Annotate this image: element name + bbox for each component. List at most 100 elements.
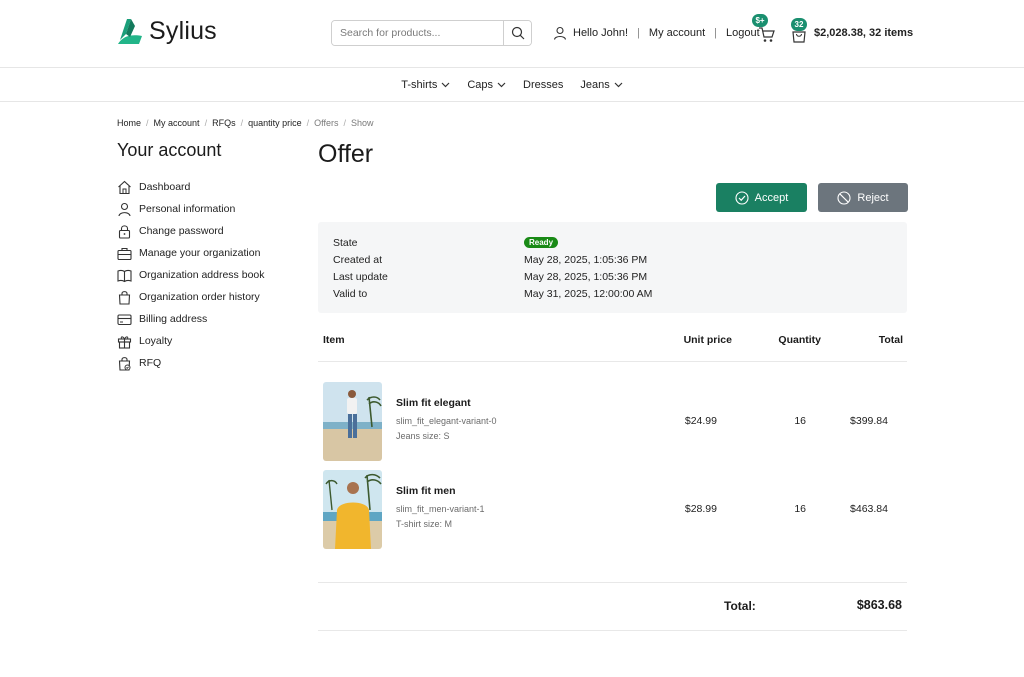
- breadcrumb-show: Show: [351, 118, 374, 128]
- sidebar-item-loyalty[interactable]: Loyalty: [117, 330, 297, 352]
- brand-logo[interactable]: Sylius: [117, 16, 217, 46]
- product-info: Slim fit elegant slim_fit_elegant-varian…: [396, 397, 648, 446]
- table-row: Slim fit elegant slim_fit_elegant-varian…: [318, 381, 907, 461]
- cart-icon: [759, 27, 775, 42]
- state-row: State Ready: [333, 234, 892, 251]
- product-name[interactable]: Slim fit elegant: [396, 397, 648, 409]
- sidebar-item-label: Organization order history: [139, 291, 260, 303]
- updated-value: May 28, 2025, 1:05:36 PM: [524, 270, 648, 283]
- search-input[interactable]: [332, 21, 503, 45]
- home-icon: [117, 180, 132, 195]
- breadcrumb-separator: /: [343, 118, 346, 128]
- sidebar-item-label: Change password: [139, 225, 224, 237]
- line-total: $399.84: [850, 415, 888, 427]
- product-info: Slim fit men slim_fit_men-variant-1 T-sh…: [396, 485, 648, 534]
- card-icon: [117, 312, 132, 327]
- account-sidebar: Dashboard Personal information Change pa…: [117, 176, 297, 374]
- user-menu: Hello John! | My account | Logout: [553, 24, 760, 42]
- breadcrumb-separator: /: [240, 118, 244, 128]
- reject-label: Reject: [857, 191, 889, 204]
- chevron-down-icon: [441, 82, 450, 87]
- search-button[interactable]: [503, 21, 531, 45]
- search-icon: [511, 26, 524, 40]
- product-photo-beach-tshirt: [323, 469, 382, 549]
- bag-check-icon: [117, 356, 132, 371]
- nav-label: Dresses: [523, 78, 564, 91]
- chevron-down-icon: [614, 82, 623, 87]
- sidebar-item-address-book[interactable]: Organization address book: [117, 264, 297, 286]
- header-unit-price: Unit price: [683, 334, 732, 346]
- created-label: Created at: [333, 253, 383, 266]
- table-header: Item Unit price Quantity Total: [318, 330, 907, 362]
- sidebar-item-label: Loyalty: [139, 335, 173, 347]
- breadcrumb-separator: /: [146, 118, 149, 128]
- brand-name: Sylius: [149, 16, 217, 45]
- sidebar-item-label: RFQ: [139, 357, 162, 369]
- cart-summary[interactable]: 32 $2,028.38, 32 items: [791, 18, 913, 43]
- user-icon: [117, 202, 132, 217]
- my-account-link[interactable]: My account: [649, 27, 705, 39]
- sidebar-item-order-history[interactable]: Organization order history: [117, 286, 297, 308]
- unit-price: $24.99: [684, 415, 717, 427]
- nav-label: Caps: [467, 78, 494, 91]
- product-image[interactable]: [323, 381, 382, 461]
- grand-total-value: $863.68: [856, 598, 902, 612]
- page-title: Offer: [318, 140, 374, 168]
- breadcrumb-quantity-price[interactable]: quantity price: [248, 118, 302, 128]
- user-icon: [553, 26, 567, 40]
- created-row: Created at May 28, 2025, 1:05:36 PM: [333, 251, 892, 268]
- quantity: 16: [794, 415, 806, 427]
- cart-bag: 32: [791, 18, 807, 43]
- table-footer: Total: $863.68: [318, 582, 907, 631]
- sidebar-item-billing-address[interactable]: Billing address: [117, 308, 297, 330]
- valid-label: Valid to: [333, 287, 368, 300]
- header-quantity: Quantity: [778, 334, 821, 346]
- sidebar-item-rfq[interactable]: RFQ: [117, 352, 297, 374]
- nav-label: T-shirts: [401, 78, 438, 91]
- nav-tshirts[interactable]: T-shirts: [401, 79, 450, 91]
- sidebar-item-manage-organization[interactable]: Manage your organization: [117, 242, 297, 264]
- breadcrumb-rfqs[interactable]: RFQs: [212, 118, 236, 128]
- product-variant-code: slim_fit_men-variant-1: [396, 503, 485, 514]
- table-row: Slim fit men slim_fit_men-variant-1 T-sh…: [318, 469, 907, 549]
- quantity: 16: [794, 503, 806, 515]
- status-badge: Ready: [524, 237, 559, 248]
- sylius-logo-icon: [118, 19, 142, 44]
- ban-icon: [837, 190, 851, 205]
- updated-label: Last update: [333, 270, 388, 283]
- reject-button[interactable]: Reject: [818, 183, 908, 212]
- product-image[interactable]: [323, 469, 382, 549]
- unit-price: $28.99: [684, 503, 717, 515]
- breadcrumb-my-account[interactable]: My account: [154, 118, 200, 128]
- gift-icon: [117, 334, 132, 349]
- product-name[interactable]: Slim fit men: [396, 485, 648, 497]
- accept-button[interactable]: Accept: [716, 183, 807, 212]
- grand-total-label: Total:: [724, 599, 756, 613]
- sidebar-item-change-password[interactable]: Change password: [117, 220, 297, 242]
- main-navigation: T-shirts Caps Dresses Jeans: [0, 68, 1024, 102]
- product-photo-beach-jeans: [323, 381, 382, 461]
- valid-value: May 31, 2025, 12:00:00 AM: [524, 287, 653, 300]
- nav-dresses[interactable]: Dresses: [523, 79, 563, 91]
- quote-cart-button[interactable]: $+: [752, 14, 778, 44]
- product-variant-code: slim_fit_elegant-variant-0: [396, 415, 497, 426]
- nav-caps[interactable]: Caps: [467, 79, 506, 91]
- header-total: Total: [878, 334, 903, 346]
- chevron-down-icon: [497, 82, 506, 87]
- user-greeting: Hello John!: [573, 27, 629, 39]
- updated-row: Last update May 28, 2025, 1:05:36 PM: [333, 268, 892, 285]
- lock-icon: [117, 224, 132, 239]
- logout-link[interactable]: Logout: [726, 27, 760, 39]
- sidebar-item-label: Dashboard: [139, 181, 191, 193]
- sidebar-item-label: Manage your organization: [139, 247, 261, 259]
- nav-jeans[interactable]: Jeans: [580, 79, 623, 91]
- sidebar-item-personal-information[interactable]: Personal information: [117, 198, 297, 220]
- breadcrumb-offers: Offers: [314, 118, 339, 128]
- product-option: Jeans size: S: [396, 430, 450, 441]
- product-option: T-shirt size: M: [396, 518, 453, 529]
- created-value: May 28, 2025, 1:05:36 PM: [524, 253, 648, 266]
- search-bar: [331, 20, 532, 46]
- breadcrumb-home[interactable]: Home: [117, 118, 141, 128]
- sidebar-item-dashboard[interactable]: Dashboard: [117, 176, 297, 198]
- briefcase-icon: [117, 246, 132, 261]
